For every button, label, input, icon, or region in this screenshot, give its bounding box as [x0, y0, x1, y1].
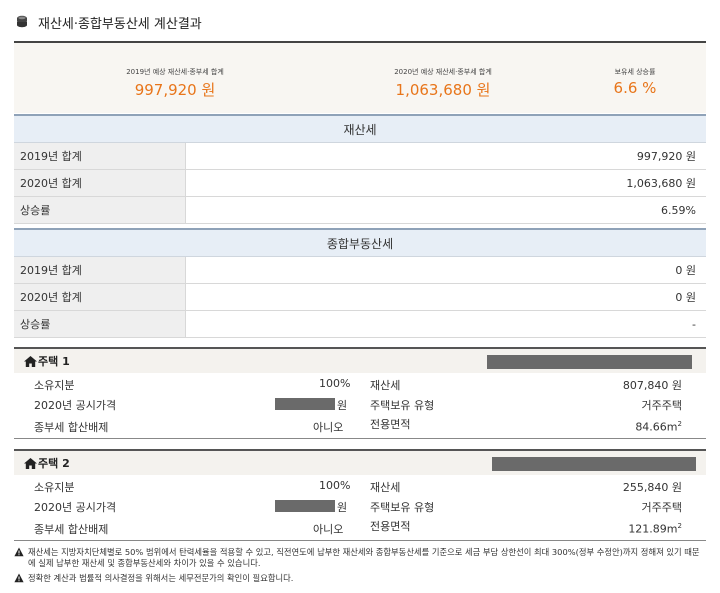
table-row: 상승률 6.59% [14, 197, 706, 224]
area-value: 121.89m2 [628, 522, 682, 536]
area-number: 84.66m [635, 420, 678, 434]
redacted-price [275, 500, 335, 512]
tax-label: 재산세 [370, 379, 401, 392]
note-text: 재산세는 지방자치단체별로 50% 범위에서 탄력세율을 적용할 수 있고, 직… [28, 547, 700, 568]
house-header: 주택 1 [14, 347, 706, 373]
table-row: 2019년 합계 0 원 [14, 257, 706, 284]
house-row: 2020년 공시가격 원 주택보유 유형 거주주택 [14, 394, 706, 414]
row-label: 2019년 합계 [14, 143, 186, 169]
share-value: 100% [319, 377, 351, 390]
share-label: 소유지분 [34, 481, 75, 494]
house-row: 종부세 합산배제 아니오 전용면적 121.89m2 [14, 516, 706, 540]
tax-value: 255,840 원 [622, 481, 682, 494]
note-item: 정확한 계산과 법률적 의사결정을 위해서는 세무전문가의 확인이 필요합니다. [14, 573, 706, 584]
house-details: 소유지분 100% 재산세 255,840 원 2020년 공시가격 원 주택보… [14, 475, 706, 541]
row-label: 2019년 합계 [14, 257, 186, 283]
price-unit: 원 [337, 399, 348, 412]
table-row: 2019년 합계 997,920 원 [14, 143, 706, 170]
row-value: 0 원 [675, 264, 696, 277]
warning-icon [14, 547, 24, 557]
summary-2020: 2020년 예상 재산세·종부세 합계 1,063,680 원 [368, 67, 518, 100]
summary-2020-label: 2020년 예상 재산세·종부세 합계 [394, 68, 492, 76]
share-label: 소유지분 [34, 379, 75, 392]
redacted-address [492, 457, 696, 471]
area-number: 121.89m [628, 522, 678, 536]
redacted-address [487, 355, 692, 369]
price-label: 2020년 공시가격 [34, 399, 117, 412]
summary-rate-label: 보유세 상승률 [614, 68, 656, 76]
row-value: - [692, 317, 696, 331]
page-header: 재산세·종합부동산세 계산결과 [14, 10, 202, 34]
house-name: 주택 2 [38, 457, 70, 470]
redacted-price [275, 398, 335, 410]
area-unit-sup: 2 [677, 420, 682, 428]
summary-2020-value: 1,063,680 원 [395, 81, 491, 99]
property-tax-section: 재산세 2019년 합계 997,920 원 2020년 합계 1,063,68… [14, 114, 706, 224]
home-icon [24, 355, 37, 367]
house-details: 소유지분 100% 재산세 807,840 원 2020년 공시가격 원 주택보… [14, 373, 706, 439]
house-name: 주택 1 [38, 355, 70, 368]
area-label: 전용면적 [370, 418, 411, 431]
row-label: 상승률 [14, 197, 186, 223]
row-value: 6.59% [661, 203, 696, 217]
house-card-1: 주택 1 소유지분 100% 재산세 807,840 원 2020년 공시가격 … [14, 347, 706, 439]
area-unit-sup: 2 [677, 522, 682, 530]
area-value: 84.66m2 [635, 420, 682, 434]
type-value: 거주주택 [641, 501, 682, 514]
comprehensive-tax-section: 종합부동산세 2019년 합계 0 원 2020년 합계 0 원 상승률 - [14, 228, 706, 338]
row-value: 1,063,680 원 [626, 177, 696, 190]
tax-label: 재산세 [370, 481, 401, 494]
notes: 재산세는 지방자치단체별로 50% 범위에서 탄력세율을 적용할 수 있고, 직… [14, 547, 706, 588]
type-value: 거주주택 [641, 399, 682, 412]
note-text: 정확한 계산과 법률적 의사결정을 위해서는 세무전문가의 확인이 필요합니다. [28, 573, 294, 583]
page-title: 재산세·종합부동산세 계산결과 [38, 16, 202, 32]
home-icon [24, 457, 37, 469]
house-row: 2020년 공시가격 원 주택보유 유형 거주주택 [14, 496, 706, 516]
tax-value: 807,840 원 [622, 379, 682, 392]
summary-panel: 2019년 예상 재산세·종부세 합계 997,920 원 2020년 예상 재… [14, 41, 706, 113]
summary-2019-value: 997,920 원 [134, 81, 216, 99]
exclusion-value: 아니오 [313, 421, 344, 434]
summary-2019: 2019년 예상 재산세·종부세 합계 997,920 원 [100, 67, 250, 100]
warning-icon [14, 573, 24, 583]
row-label: 상승률 [14, 311, 186, 337]
summary-rate: 보유세 상승률 6.6 % [590, 67, 680, 97]
price-unit: 원 [337, 501, 348, 514]
share-value: 100% [319, 479, 351, 492]
house-card-2: 주택 2 소유지분 100% 재산세 255,840 원 2020년 공시가격 … [14, 449, 706, 541]
type-label: 주택보유 유형 [370, 501, 435, 514]
row-value: 0 원 [675, 291, 696, 304]
row-label: 2020년 합계 [14, 284, 186, 310]
table-row: 상승률 - [14, 311, 706, 338]
exclusion-value: 아니오 [313, 523, 344, 536]
coins-icon [17, 15, 27, 28]
table-row: 2020년 합계 0 원 [14, 284, 706, 311]
exclusion-label: 종부세 합산배제 [34, 523, 109, 536]
type-label: 주택보유 유형 [370, 399, 435, 412]
price-label: 2020년 공시가격 [34, 501, 117, 514]
house-header: 주택 2 [14, 449, 706, 475]
summary-2019-label: 2019년 예상 재산세·종부세 합계 [126, 68, 224, 76]
property-tax-title: 재산세 [14, 114, 706, 143]
house-row: 소유지분 100% 재산세 255,840 원 [14, 476, 706, 496]
house-row: 종부세 합산배제 아니오 전용면적 84.66m2 [14, 414, 706, 438]
comprehensive-tax-title: 종합부동산세 [14, 228, 706, 257]
summary-rate-value: 6.6 % [613, 79, 657, 97]
house-row: 소유지분 100% 재산세 807,840 원 [14, 374, 706, 394]
table-row: 2020년 합계 1,063,680 원 [14, 170, 706, 197]
exclusion-label: 종부세 합산배제 [34, 421, 109, 434]
area-label: 전용면적 [370, 520, 411, 533]
row-value: 997,920 원 [636, 150, 696, 163]
row-label: 2020년 합계 [14, 170, 186, 196]
note-item: 재산세는 지방자치단체별로 50% 범위에서 탄력세율을 적용할 수 있고, 직… [14, 547, 706, 569]
